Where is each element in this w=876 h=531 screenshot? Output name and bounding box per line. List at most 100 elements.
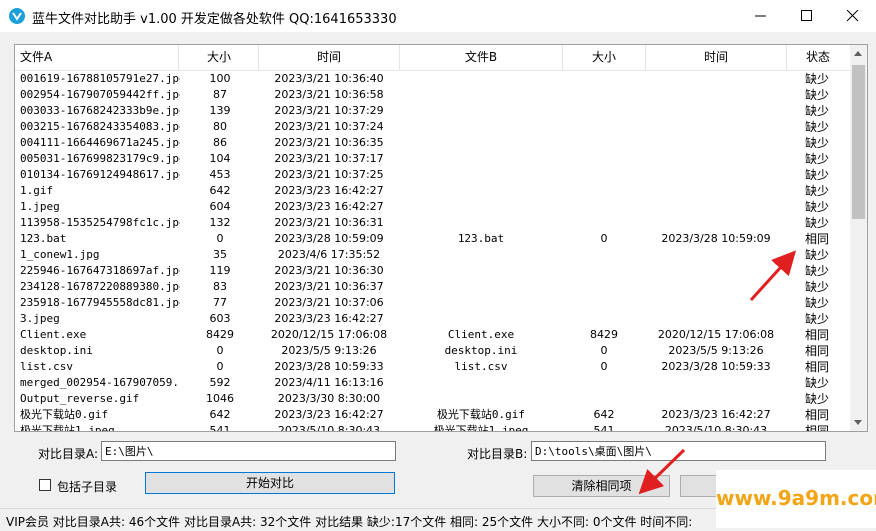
file-a-time: 2023/3/23 16:42:27 — [274, 200, 384, 213]
scroll-down-icon[interactable] — [854, 420, 862, 425]
file-a-time: 2023/3/21 10:37:24 — [274, 120, 384, 133]
column-header-status[interactable]: 状态 — [787, 45, 849, 70]
file-b-time — [647, 183, 785, 199]
file-a-time: 2023/3/21 10:36:40 — [274, 72, 384, 85]
column-header-file-a[interactable]: 文件A — [15, 45, 179, 70]
file-b-time — [647, 391, 785, 407]
column-header-file-b[interactable]: 文件B — [400, 45, 563, 70]
include-subdirs-checkbox[interactable] — [39, 479, 51, 491]
file-b-size — [564, 311, 644, 327]
file-a-size: 603 — [209, 312, 231, 325]
table-row[interactable]: desktop.ini 0 2023/5/5 9:13:26 desktop.ini 0… — [15, 343, 850, 359]
column-header-time-b[interactable]: 时间 — [646, 45, 787, 70]
file-b-name — [401, 151, 561, 167]
file-a-size: 139 — [209, 104, 231, 117]
file-a-size: 642 — [209, 184, 231, 197]
file-a-size: 0 — [216, 360, 224, 373]
table-row[interactable]: 113958-1535254798fc1c.jpg 132 2023/3/21 10… — [15, 215, 850, 231]
table-row[interactable]: 004111-1664469671a245.jpg 86 2023/3/21 10:… — [15, 135, 850, 151]
file-a-size: 453 — [209, 168, 231, 181]
file-a-name: list.csv — [20, 360, 73, 373]
maximize-button[interactable] — [784, 0, 830, 32]
dir-b-input[interactable]: D:\tools\桌面\图片\ — [531, 441, 826, 461]
table-row[interactable]: 1.gif 642 2023/3/23 16:42:27 缺少 — [15, 183, 850, 199]
table-row[interactable]: 极光下载站1.jpeg 541 2023/5/10 8:30:43 极光下载站1.jp… — [15, 423, 850, 431]
file-a-time: 2023/3/28 10:59:09 — [274, 232, 384, 245]
file-b-size — [564, 295, 644, 311]
file-b-size: 642 — [593, 408, 615, 421]
table-row[interactable]: 005031-167699823179c9.jpg 104 2023/3/21 10… — [15, 151, 850, 167]
status-cell: 缺少 — [804, 168, 829, 182]
file-b-size — [564, 103, 644, 119]
file-a-time: 2023/3/21 10:37:29 — [274, 104, 384, 117]
table-row[interactable]: Output_reverse.gif 1046 2023/3/30 8:30:00 缺… — [15, 391, 850, 407]
table-body: 001619-16788105791e27.jpg 100 2023/3/21 10… — [15, 71, 850, 431]
dir-a-label: 对比目录A: — [38, 447, 99, 461]
file-b-size — [564, 71, 644, 87]
minimize-button[interactable] — [738, 0, 784, 32]
file-a-time: 2023/3/30 8:30:00 — [277, 392, 381, 405]
table-row[interactable]: 003215-16768243354083.jpg 80 2023/3/21 10:… — [15, 119, 850, 135]
table-row[interactable]: 003033-16768242333b9e.jpg 139 2023/3/21 10… — [15, 103, 850, 119]
clear-same-button[interactable]: 清除相同项 — [533, 475, 670, 497]
file-a-name: 234128-16787220889380.jpg — [20, 280, 180, 293]
file-b-name — [401, 391, 561, 407]
status-cell: 缺少 — [804, 392, 829, 406]
file-b-name — [401, 247, 561, 263]
file-a-name: 235918-1677945558dc81.jpg — [20, 296, 180, 309]
file-a-name: 1.jpeg — [20, 200, 60, 213]
file-b-name — [401, 71, 561, 87]
file-b-time: 2023/3/28 10:59:09 — [661, 232, 771, 245]
file-a-size: 132 — [209, 216, 231, 229]
file-a-size: 0 — [216, 232, 224, 245]
close-button[interactable] — [830, 0, 876, 32]
vertical-scrollbar[interactable] — [850, 45, 867, 431]
table-row[interactable]: 1.jpeg 604 2023/3/23 16:42:27 缺少 — [15, 199, 850, 215]
file-a-time: 2023/4/11 16:13:16 — [274, 376, 384, 389]
table-row[interactable]: 235918-1677945558dc81.jpg 77 2023/3/21 10:… — [15, 295, 850, 311]
status-cell: 相同 — [804, 344, 829, 358]
table-row[interactable]: list.csv 0 2023/3/28 10:59:33 list.csv 0 2023… — [15, 359, 850, 375]
status-cell: 相同 — [804, 424, 829, 431]
scroll-up-icon[interactable] — [854, 51, 862, 56]
table-row[interactable]: 002954-167907059442ff.jpg 87 2023/3/21 10:… — [15, 87, 850, 103]
status-cell: 缺少 — [804, 312, 829, 326]
file-a-time: 2023/3/21 10:36:31 — [274, 216, 384, 229]
status-cell: 相同 — [804, 360, 829, 374]
file-b-size — [564, 279, 644, 295]
table-row[interactable]: merged_002954-167907059... 592 2023/4/11 1… — [15, 375, 850, 391]
column-header-size-b[interactable]: 大小 — [563, 45, 646, 70]
dir-a-input[interactable]: E:\图片\ — [101, 441, 396, 461]
maximize-icon — [801, 10, 812, 21]
file-a-time: 2023/3/23 16:42:27 — [274, 408, 384, 421]
table-row[interactable]: 1_conew1.jpg 35 2023/4/6 17:35:52 缺少 — [15, 247, 850, 263]
start-compare-button[interactable]: 开始对比 — [145, 472, 395, 494]
table-row[interactable]: 225946-167647318697af.jpg 119 2023/3/21 10… — [15, 263, 850, 279]
file-b-size: 0 — [600, 232, 608, 245]
file-a-name: Client.exe — [20, 328, 87, 341]
scrollbar-thumb[interactable] — [852, 65, 865, 219]
table-row[interactable]: 极光下载站0.gif 642 2023/3/23 16:42:27 极光下载站0.gi… — [15, 407, 850, 423]
file-b-name — [401, 375, 561, 391]
file-compare-table[interactable]: 文件A 大小 时间 文件B 大小 时间 状态 001619-1678810579… — [14, 44, 868, 432]
file-b-name: Client.exe — [447, 328, 515, 341]
table-row[interactable]: Client.exe 8429 2020/12/15 17:06:08 Client.… — [15, 327, 850, 343]
table-row[interactable]: 001619-16788105791e27.jpg 100 2023/3/21 10… — [15, 71, 850, 87]
column-header-time-a[interactable]: 时间 — [259, 45, 400, 70]
file-a-size: 592 — [209, 376, 231, 389]
file-b-time: 2023/5/5 9:13:26 — [668, 344, 764, 357]
file-b-name — [401, 167, 561, 183]
file-a-time: 2023/3/21 10:36:30 — [274, 264, 384, 277]
file-b-time — [647, 295, 785, 311]
file-a-name: desktop.ini — [20, 344, 93, 357]
status-cell: 缺少 — [804, 136, 829, 150]
file-b-size — [564, 119, 644, 135]
file-a-name: 003215-16768243354083.jpg — [20, 120, 180, 133]
table-row[interactable]: 123.bat 0 2023/3/28 10:59:09 123.bat 0 2023/3… — [15, 231, 850, 247]
table-row[interactable]: 3.jpeg 603 2023/3/23 16:42:27 缺少 — [15, 311, 850, 327]
table-row[interactable]: 010134-16769124948617.jpg 453 2023/3/21 10… — [15, 167, 850, 183]
column-header-size-a[interactable]: 大小 — [180, 45, 259, 70]
table-row[interactable]: 234128-16787220889380.jpg 83 2023/3/21 10:… — [15, 279, 850, 295]
app-logo-icon — [8, 7, 26, 25]
file-b-time — [647, 135, 785, 151]
